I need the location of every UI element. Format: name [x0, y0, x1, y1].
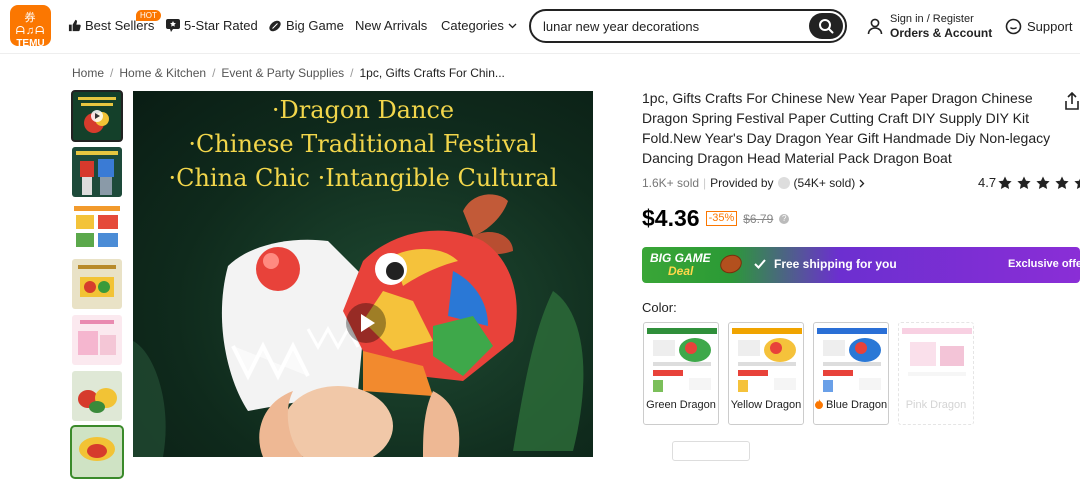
chevron-down-icon: [508, 23, 517, 28]
thumbnail-1[interactable]: [71, 90, 123, 142]
fire-icon: [814, 399, 823, 409]
rating[interactable]: 4.7: [978, 175, 1080, 190]
color-name: Green Dragon: [646, 399, 716, 411]
product-photo: [72, 203, 122, 253]
breadcrumb-home-kitchen[interactable]: Home & Kitchen: [119, 66, 206, 80]
breadcrumb-event-party[interactable]: Event & Party Supplies: [221, 66, 344, 80]
share-icon: [1065, 91, 1079, 110]
nav-categories[interactable]: Categories: [441, 18, 517, 33]
search-bar: [529, 9, 847, 43]
discount-badge: -35%: [705, 211, 738, 226]
nav-categories-label: Categories: [441, 18, 504, 33]
nav-new-arrivals-label: New Arrivals: [355, 18, 428, 33]
original-price: $6.79: [743, 211, 774, 226]
nav-new-arrivals[interactable]: New Arrivals: [355, 18, 427, 33]
free-shipping: Free shipping for you: [754, 257, 897, 271]
chevron-right-icon[interactable]: [859, 179, 865, 188]
smile-chat-icon: [1005, 18, 1022, 35]
quantity-selector[interactable]: [672, 441, 750, 461]
breadcrumb-separator: /: [110, 66, 114, 80]
product-photo: [72, 371, 122, 421]
color-option-yellow[interactable]: Yellow Dragon: [728, 322, 804, 425]
rating-value: 4.7: [978, 175, 997, 190]
person-icon: [867, 18, 883, 35]
star-rating-icons: [998, 176, 1080, 189]
thumbnail-2[interactable]: [72, 147, 122, 197]
sold-provider-row: 1.6K+ sold | Provided by (54K+ sold): [642, 176, 865, 190]
breadcrumb-separator: /: [212, 66, 216, 80]
video-thumbnail-image: [72, 91, 122, 141]
price-row: $4.36 -35% $6.79 ?: [642, 205, 790, 232]
logo-glyphs: 券ᗩ♫ᗩ: [15, 12, 46, 37]
nav-five-star[interactable]: 5-Star Rated: [166, 18, 258, 33]
color-option-green[interactable]: Green Dragon: [643, 322, 719, 425]
breadcrumb-current: 1pc, Gifts Crafts For Chin...: [359, 66, 505, 80]
store-avatar[interactable]: [777, 177, 790, 189]
star-chat-icon: [166, 19, 180, 32]
play-icon: [361, 314, 375, 332]
divider: |: [703, 176, 707, 190]
color-options: Green Dragon Yellow Dragon Blue Dragon P…: [643, 322, 974, 425]
banner-deal: Deal: [668, 264, 694, 278]
free-shipping-label: Free shipping for you: [774, 257, 897, 271]
dragon-mask-illustration: [133, 194, 584, 457]
product-title: 1pc, Gifts Crafts For Chinese New Year P…: [642, 90, 1051, 166]
swatch-image: [902, 326, 972, 396]
price-info-icon[interactable]: ?: [779, 213, 790, 224]
thumbnail-list: [70, 90, 124, 483]
search-input[interactable]: [543, 17, 803, 35]
nav-five-star-label: 5-Star Rated: [184, 18, 258, 33]
sold-count: 1.6K+ sold: [642, 176, 700, 190]
check-icon: [754, 259, 766, 269]
temu-logo[interactable]: 券ᗩ♫ᗩ TEMU: [10, 5, 51, 49]
play-video-button[interactable]: [346, 303, 386, 343]
color-option-pink[interactable]: Pink Dragon: [898, 322, 974, 425]
top-header: 券ᗩ♫ᗩ TEMU Best Sellers HOT 5-Star Rated …: [0, 0, 1080, 54]
search-button[interactable]: [809, 13, 843, 39]
thumbnail-6[interactable]: [72, 371, 122, 421]
breadcrumb-separator: /: [350, 66, 354, 80]
product-photo: [72, 259, 122, 309]
support-label: Support: [1027, 19, 1073, 34]
product-photo: [72, 427, 122, 477]
product-photo: [72, 147, 122, 197]
big-game-deal-banner[interactable]: BIG GAME Deal Free shipping for you Excl…: [642, 247, 1080, 283]
banner-big-game: BIG GAME: [650, 251, 711, 265]
orders-account-label: Orders & Account: [890, 26, 993, 40]
thumbnail-4[interactable]: [72, 259, 122, 309]
football-icon: [269, 20, 281, 31]
swatch-image: [817, 326, 887, 396]
color-name: Pink Dragon: [905, 399, 967, 411]
football-icon: [717, 251, 745, 277]
breadcrumb-home[interactable]: Home: [72, 66, 104, 80]
provided-by-label: Provided by: [710, 176, 774, 190]
color-option-blue[interactable]: Blue Dragon: [813, 322, 889, 425]
sign-in-label: Sign in / Register: [890, 13, 974, 25]
thumbs-up-icon: [68, 19, 81, 32]
search-icon: [819, 19, 834, 34]
thumbnail-3[interactable]: [72, 203, 122, 253]
nav-big-game[interactable]: Big Game: [268, 18, 344, 33]
breadcrumb: Home / Home & Kitchen / Event & Party Su…: [72, 66, 505, 80]
exclusive-offer: Exclusive offer: [1008, 258, 1080, 270]
color-name-row: Blue Dragon: [814, 399, 888, 411]
store-sold-count[interactable]: (54K+ sold): [794, 176, 856, 190]
main-product-image[interactable]: ·Dragon Dance ·Chinese Traditional Festi…: [133, 91, 593, 457]
nav-big-game-label: Big Game: [286, 18, 344, 33]
hot-badge: HOT: [136, 10, 161, 21]
share-button[interactable]: [1064, 91, 1080, 115]
thumbnail-7[interactable]: [70, 425, 124, 479]
swatch-image: [732, 326, 802, 396]
support-link[interactable]: Support: [1005, 18, 1073, 35]
product-photo: [72, 315, 122, 365]
account-menu[interactable]: Sign in / Register Orders & Account: [867, 13, 992, 40]
thumbnail-5[interactable]: [72, 315, 122, 365]
current-price: $4.36: [642, 205, 700, 231]
swatch-image: [647, 326, 717, 396]
color-label: Color:: [642, 300, 677, 315]
color-name: Blue Dragon: [825, 399, 888, 411]
logo-word: TEMU: [16, 38, 45, 49]
color-name: Yellow Dragon: [730, 399, 802, 411]
